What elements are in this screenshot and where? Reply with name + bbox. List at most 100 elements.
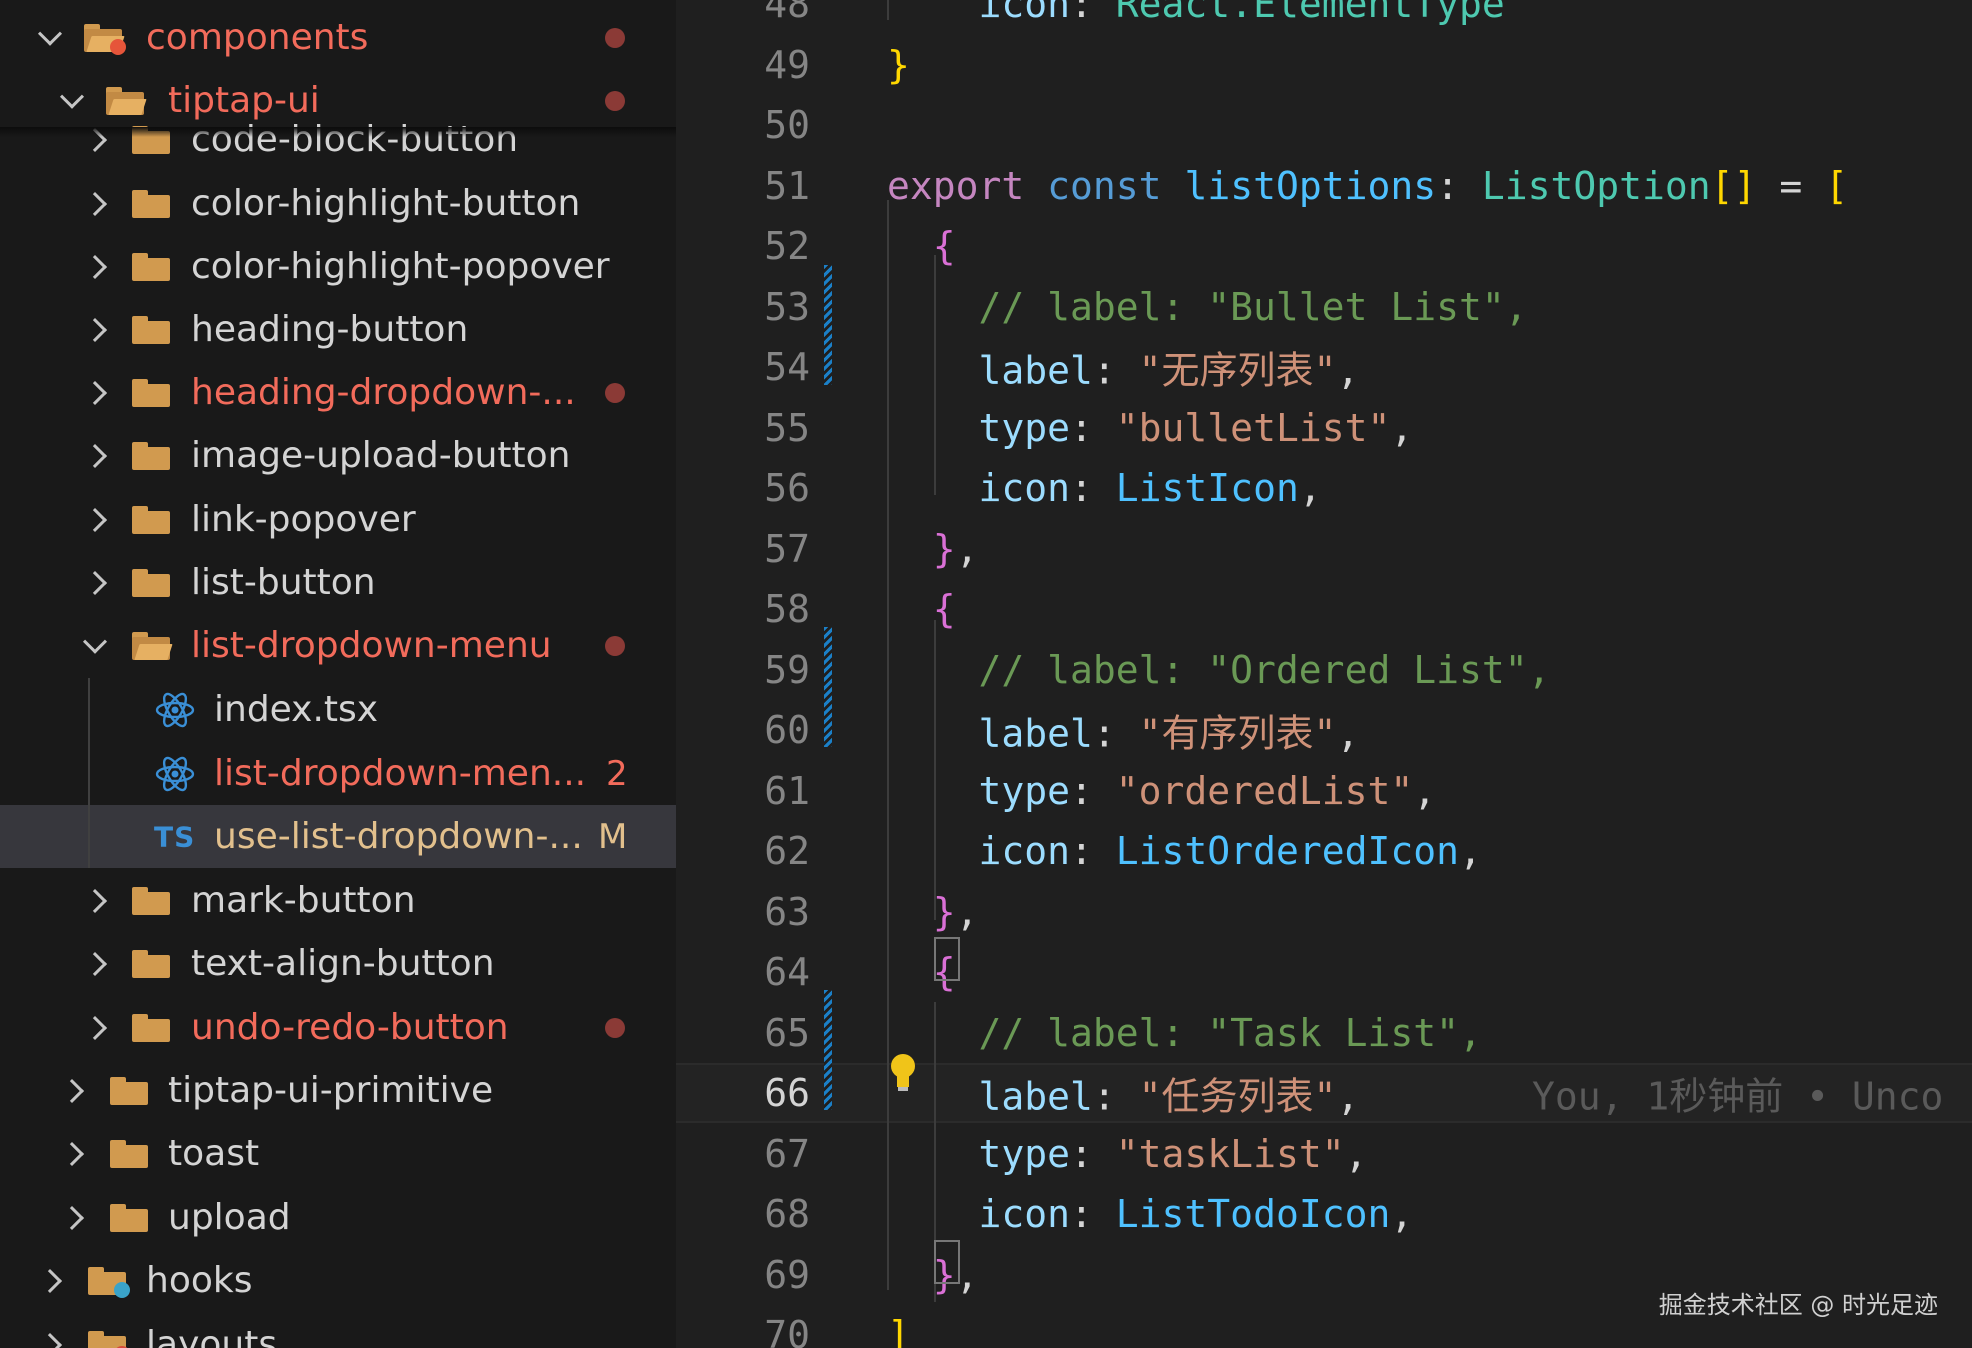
line-number: 68	[764, 1192, 810, 1236]
code-line[interactable]: 66 label: "任务列表", You, 1秒钟前 • Unco	[676, 1063, 1972, 1123]
folder-item[interactable]: image-upload-button	[0, 424, 676, 487]
code-line[interactable]: 56 icon: ListIcon,	[676, 458, 1972, 518]
line-number: 63	[764, 889, 810, 934]
modified-dot-indicator	[605, 1017, 625, 1038]
tree-item-label: layouts	[146, 1323, 278, 1348]
code-line[interactable]: 49}	[676, 35, 1972, 95]
line-number: 66	[764, 1071, 810, 1115]
folder-item[interactable]: mark-button	[0, 869, 676, 932]
folder-item[interactable]: hooks	[0, 1249, 676, 1312]
folder-item[interactable]: undo-redo-button	[0, 996, 676, 1059]
file-item[interactable]: index.tsx	[0, 678, 676, 741]
code-line[interactable]: 63 },	[676, 882, 1972, 942]
code-line[interactable]: 65 // label: "Task List",	[676, 1003, 1972, 1063]
folder-item[interactable]: color-highlight-popover	[0, 235, 676, 298]
chevron-right-icon[interactable]	[82, 380, 108, 405]
line-number: 60	[764, 708, 810, 752]
line-number: 48	[764, 0, 810, 26]
code-line[interactable]: 59 // label: "Ordered List",	[676, 640, 1972, 700]
code-text: type: "taskList",	[978, 1131, 1368, 1176]
react-icon	[155, 692, 195, 727]
chevron-right-icon[interactable]	[82, 191, 108, 216]
folder-item[interactable]: upload	[0, 1186, 676, 1249]
folder-icon	[132, 886, 170, 915]
folder-item[interactable]: tiptap-ui-primitive	[0, 1059, 676, 1122]
code-line[interactable]: 68 icon: ListTodoIcon,	[676, 1184, 1972, 1244]
git-blame-annotation: You, 1秒钟前 • Unco	[1532, 1074, 1944, 1119]
chevron-right-icon[interactable]	[59, 1078, 85, 1103]
code-line[interactable]: 50	[676, 95, 1972, 155]
folder-item[interactable]: heading-dropdown-...	[0, 361, 676, 424]
code-line[interactable]: 55 type: "bulletList",	[676, 398, 1972, 458]
code-line[interactable]: 57 },	[676, 519, 1972, 579]
folder-item[interactable]: code-block-button	[0, 108, 676, 171]
folder-item[interactable]: toast	[0, 1122, 676, 1185]
code-line[interactable]: 52 {	[676, 216, 1972, 276]
chevron-right-icon[interactable]	[82, 317, 108, 342]
chevron-right-icon[interactable]	[82, 254, 108, 279]
folder-icon	[132, 505, 170, 534]
indent-guide	[88, 678, 90, 868]
chevron-right-icon[interactable]	[59, 1141, 85, 1166]
folder-item[interactable]: list-button	[0, 551, 676, 614]
code-line[interactable]: 53 // label: "Bullet List",	[676, 277, 1972, 337]
code-line[interactable]: 67 type: "taskList",	[676, 1124, 1972, 1184]
chevron-right-icon[interactable]	[82, 507, 108, 532]
chevron-right-icon[interactable]	[82, 888, 108, 913]
line-number: 56	[764, 466, 810, 510]
folder-icon	[110, 1203, 148, 1232]
code-text: {	[932, 587, 956, 631]
chevron-right-icon[interactable]	[82, 1015, 108, 1040]
tree-item-label: use-list-dropdown-...	[214, 815, 583, 857]
file-item[interactable]: list-dropdown-men... 2	[0, 742, 676, 805]
chevron-down-icon[interactable]	[37, 21, 63, 46]
line-number: 65	[764, 1010, 810, 1055]
folder-icon	[88, 1266, 130, 1298]
code-line[interactable]: 60 label: "有序列表",	[676, 700, 1972, 760]
tree-item-label: list-dropdown-men...	[214, 752, 587, 794]
chevron-right-icon[interactable]	[37, 1268, 63, 1293]
code-line[interactable]: 58 {	[676, 579, 1972, 639]
chevron-right-icon[interactable]	[59, 1205, 85, 1230]
chevron-down-icon[interactable]	[82, 629, 108, 654]
line-number: 55	[764, 405, 810, 450]
sticky-scroll-shadow	[0, 127, 676, 137]
bracket-match-highlight	[934, 1240, 960, 1284]
folder-icon	[132, 252, 170, 281]
chevron-right-icon[interactable]	[82, 443, 108, 468]
folder-item[interactable]: layouts	[0, 1313, 676, 1348]
folder-icon	[132, 189, 170, 218]
file-item[interactable]: TS use-list-dropdown-... M	[0, 805, 676, 868]
folder-item[interactable]: heading-button	[0, 298, 676, 361]
folder-item[interactable]: text-align-button	[0, 932, 676, 995]
code-editor[interactable]: 48 icon: React.ElementType 49} 50 51 export …	[676, 0, 1972, 1348]
chevron-right-icon[interactable]	[82, 951, 108, 976]
chevron-down-icon[interactable]	[59, 84, 85, 109]
line-number: 69	[764, 1252, 810, 1297]
code-line[interactable]: 48 icon: React.ElementType	[676, 0, 1972, 34]
code-line[interactable]: 61 type: "orderedList",	[676, 761, 1972, 821]
gutter-modified-marker[interactable]	[824, 265, 832, 385]
line-number: 52	[764, 224, 810, 268]
code-line[interactable]: 64 {	[676, 942, 1972, 1002]
tree-item-label: list-dropdown-menu	[191, 624, 552, 666]
chevron-right-icon[interactable]	[82, 570, 108, 595]
code-text: {	[932, 224, 956, 268]
folder-item[interactable]: list-dropdown-menu	[0, 614, 676, 677]
tree-item-label: index.tsx	[214, 688, 379, 730]
code-line[interactable]: 54 label: "无序列表",	[676, 337, 1972, 397]
tree-item-label: color-highlight-button	[191, 182, 581, 224]
chevron-right-icon[interactable]	[37, 1332, 63, 1348]
folder-icon	[88, 1330, 130, 1348]
gutter-modified-marker[interactable]	[824, 990, 832, 1110]
folder-icon	[132, 315, 170, 344]
folder-item[interactable]: components	[0, 6, 676, 69]
folder-item[interactable]: link-popover	[0, 488, 676, 551]
lightbulb-icon[interactable]	[890, 1053, 916, 1093]
gutter-modified-marker[interactable]	[824, 627, 832, 747]
tree-item-label: tiptap-ui-primitive	[168, 1069, 494, 1111]
code-line[interactable]: 51 export const listOptions: ListOption[]…	[676, 156, 1972, 216]
folder-item[interactable]: color-highlight-button	[0, 172, 676, 235]
code-line[interactable]: 62 icon: ListOrderedIcon,	[676, 821, 1972, 881]
problem-count-badge: 2	[606, 753, 628, 794]
